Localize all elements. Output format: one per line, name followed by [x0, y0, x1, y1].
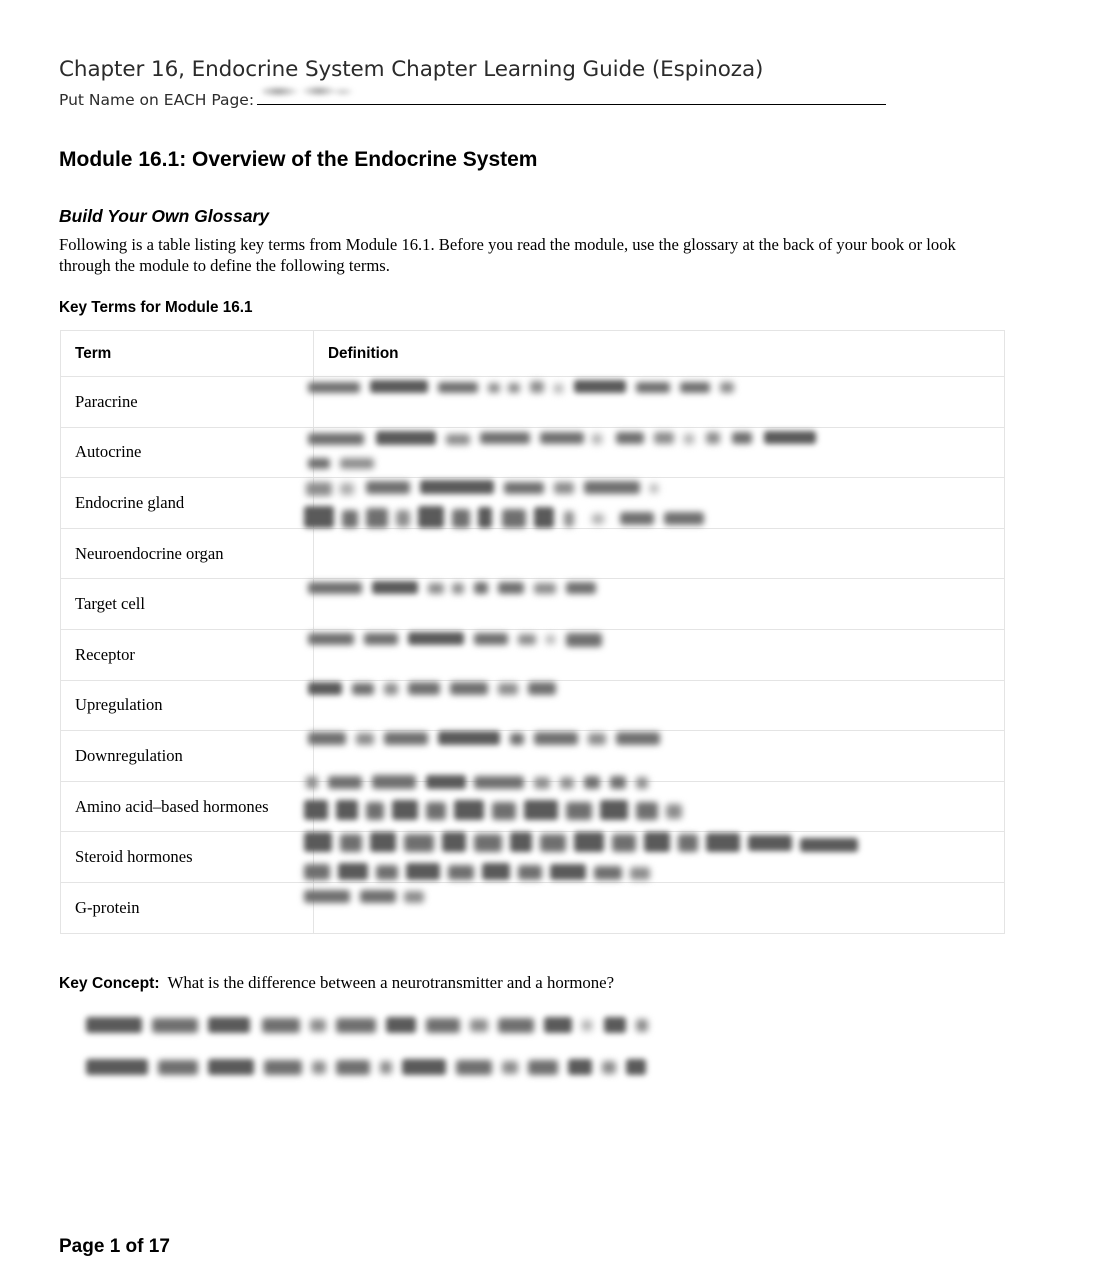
term-cell: Neuroendocrine organ	[60, 527, 314, 580]
term-cell: Paracrine	[60, 376, 314, 428]
table-row: Neuroendocrine organ	[60, 527, 1005, 580]
definition-cell[interactable]	[313, 578, 1005, 630]
term-cell: Target cell	[60, 578, 314, 630]
redacted-student-name	[262, 81, 355, 101]
name-write-in-rule[interactable]	[257, 81, 887, 105]
name-prompt-label: Put Name on EACH Page:	[59, 91, 255, 109]
term-cell: Amino acid–based hormones	[60, 780, 314, 833]
term-cell: Steroid hormones	[60, 831, 314, 883]
table-header-row: Term Definition	[60, 330, 1005, 377]
definition-cell[interactable]	[313, 831, 1005, 883]
definition-cell[interactable]	[313, 426, 1005, 479]
term-cell: Endocrine gland	[60, 477, 314, 529]
key-terms-table-container: Term Definition Paracrine Autocrine Endo…	[60, 330, 1005, 934]
definition-cell[interactable]	[313, 376, 1005, 428]
term-cell: Upregulation	[60, 679, 314, 732]
table-row: Autocrine	[60, 426, 1005, 479]
table-row: Endocrine gland	[60, 477, 1005, 529]
term-cell: Receptor	[60, 628, 314, 681]
table-row: Amino acid–based hormones	[60, 780, 1005, 833]
redacted-handwritten-answer	[80, 1005, 910, 1095]
definition-cell[interactable]	[313, 477, 1005, 529]
key-concept-label: Key Concept:	[59, 975, 160, 992]
name-line: Put Name on EACH Page:	[59, 81, 887, 114]
definition-cell[interactable]	[313, 780, 1005, 833]
key-concept-question: What is the difference between a neurotr…	[167, 973, 615, 992]
definition-cell[interactable]	[313, 679, 1005, 732]
key-terms-table: Term Definition Paracrine Autocrine Endo…	[60, 330, 1005, 934]
term-cell: Downregulation	[60, 730, 314, 782]
page-footer: Page 1 of 17	[59, 1236, 170, 1257]
table-row: Upregulation	[60, 679, 1005, 732]
glossary-section-heading: Build Your Own Glossary	[59, 206, 270, 226]
table-row: Receptor	[60, 628, 1005, 681]
table-row: Downregulation	[60, 730, 1005, 782]
key-concept-line: Key Concept: What is the difference betwe…	[59, 973, 614, 993]
table-row: Steroid hormones	[60, 831, 1005, 883]
definition-cell[interactable]	[313, 730, 1005, 782]
document-title: Chapter 16, Endocrine System Chapter Lea…	[59, 57, 764, 82]
key-terms-table-label: Key Terms for Module 16.1	[59, 299, 253, 316]
table-row: Paracrine	[60, 376, 1005, 428]
answer-ink-layer	[80, 1005, 910, 1095]
column-header-definition: Definition	[313, 330, 1005, 377]
glossary-intro-text: Following is a table listing key terms f…	[59, 235, 956, 275]
table-row: G-protein	[60, 881, 1005, 934]
column-header-term: Term	[60, 330, 314, 377]
definition-cell[interactable]	[313, 881, 1005, 934]
term-cell: Autocrine	[60, 426, 314, 479]
table-row: Target cell	[60, 578, 1005, 630]
key-terms-table-body: Paracrine Autocrine Endocrine gland Neur…	[60, 376, 1005, 934]
definition-cell[interactable]	[313, 527, 1005, 580]
document-page: Chapter 16, Endocrine System Chapter Lea…	[0, 0, 1101, 1285]
term-cell: G-protein	[60, 881, 314, 934]
definition-cell[interactable]	[313, 628, 1005, 681]
module-heading: Module 16.1: Overview of the Endocrine S…	[59, 148, 538, 171]
